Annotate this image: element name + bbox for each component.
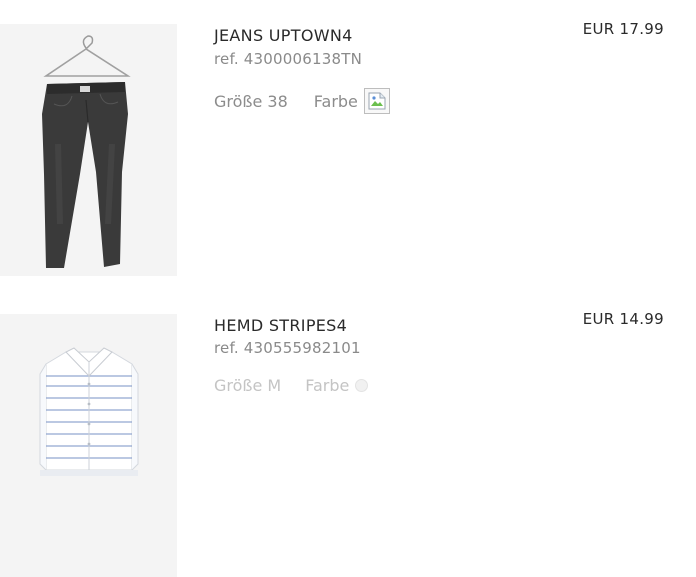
product-image-shirt[interactable] xyxy=(0,314,177,577)
size-label: Größe M xyxy=(214,376,282,395)
size-label: Größe 38 xyxy=(214,91,288,111)
color-label: Farbe xyxy=(313,91,358,111)
product-attributes: Größe 38 Farbe xyxy=(214,88,390,114)
color-swatch-icon[interactable] xyxy=(355,379,369,392)
product-reference: ref. 430555982101 xyxy=(214,339,361,357)
cart-item-1: JEANS UPTOWN4 ref. 4300006138TN Größe 38… xyxy=(0,0,696,290)
product-name[interactable]: JEANS UPTOWN4 xyxy=(214,26,353,45)
product-reference: ref. 4300006138TN xyxy=(214,50,363,68)
product-attributes: Größe M Farbe xyxy=(214,376,369,395)
product-image-jeans[interactable] xyxy=(0,24,177,276)
cart-item-2: HEMD STRIPES4 ref. 430555982101 Größe M … xyxy=(0,290,696,577)
product-price: EUR 17.99 xyxy=(582,20,664,38)
product-price: EUR 14.99 xyxy=(582,310,664,328)
product-name[interactable]: HEMD STRIPES4 xyxy=(214,316,347,335)
broken-image-icon xyxy=(363,88,390,114)
color-label: Farbe xyxy=(305,376,350,395)
